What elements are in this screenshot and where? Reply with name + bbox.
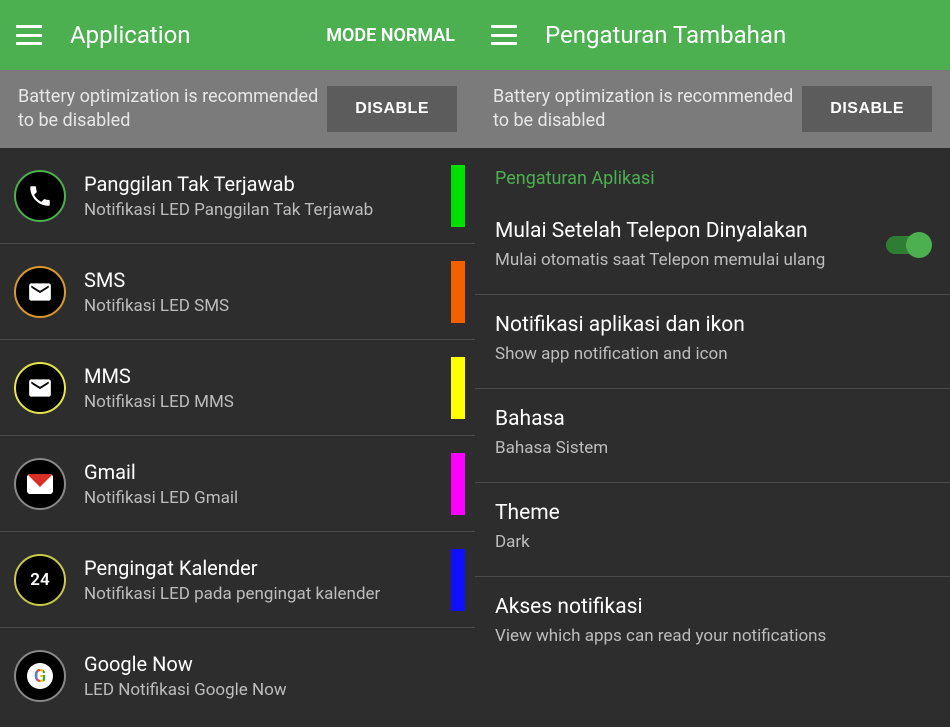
mail-icon [14,362,66,414]
row-text: Google Now LED Notifikasi Google Now [84,652,465,700]
menu-icon[interactable] [16,25,42,45]
row-sub: LED Notifikasi Google Now [84,680,465,700]
row-sub: Notifikasi LED pada pengingat kalender [84,584,441,604]
setting-sub: Dark [495,531,930,554]
row-sub: Notifikasi LED Panggilan Tak Terjawab [84,200,441,220]
disable-button[interactable]: DISABLE [802,86,932,132]
right-pane: Pengaturan Tambahan Battery optimization… [475,0,950,727]
row-text: MMS Notifikasi LED MMS [84,364,441,412]
setting-sub: View which apps can read your notificati… [495,625,930,648]
calendar-icon: 24 [14,554,66,606]
setting-language[interactable]: Bahasa Bahasa Sistem [475,389,950,483]
app-row-google-now[interactable]: G Google Now LED Notifikasi Google Now [0,628,475,724]
section-label: Pengaturan Aplikasi [475,148,950,201]
row-text: SMS Notifikasi LED SMS [84,268,441,316]
row-text: Pengingat Kalender Notifikasi LED pada p… [84,556,441,604]
setting-texts: Akses notifikasi View which apps can rea… [495,595,930,648]
right-header: Pengaturan Tambahan [475,0,950,70]
setting-title: Theme [495,501,930,525]
mode-label[interactable]: MODE NORMAL [326,25,455,46]
app-row-calendar[interactable]: 24 Pengingat Kalender Notifikasi LED pad… [0,532,475,628]
row-sub: Notifikasi LED MMS [84,392,441,412]
app-list: Panggilan Tak Terjawab Notifikasi LED Pa… [0,148,475,727]
row-sub: Notifikasi LED SMS [84,296,441,316]
setting-texts: Bahasa Bahasa Sistem [495,407,930,460]
row-sub: Notifikasi LED Gmail [84,488,441,508]
left-pane: Application MODE NORMAL Battery optimiza… [0,0,475,727]
app-row-gmail[interactable]: Gmail Notifikasi LED Gmail [0,436,475,532]
setting-notification-access[interactable]: Akses notifikasi View which apps can rea… [475,577,950,670]
app-row-sms[interactable]: SMS Notifikasi LED SMS [0,244,475,340]
setting-title: Bahasa [495,407,930,431]
google-icon: G [14,650,66,702]
row-title: Gmail [84,460,441,484]
phone-icon [14,170,66,222]
menu-icon[interactable] [491,25,517,45]
disable-button[interactable]: DISABLE [327,86,457,132]
setting-sub: Mulai otomatis saat Telepon memulai ulan… [495,249,866,272]
left-header: Application MODE NORMAL [0,0,475,70]
setting-texts: Notifikasi aplikasi dan ikon Show app no… [495,313,930,366]
row-text: Panggilan Tak Terjawab Notifikasi LED Pa… [84,172,441,220]
mail-icon [14,266,66,318]
right-banner-text: Battery optimization is recommended to b… [493,85,802,134]
setting-app-notif-icon[interactable]: Notifikasi aplikasi dan ikon Show app no… [475,295,950,389]
app-row-missed-call[interactable]: Panggilan Tak Terjawab Notifikasi LED Pa… [0,148,475,244]
led-indicator[interactable] [451,453,465,515]
right-title: Pengaturan Tambahan [545,21,934,49]
app-row-mms[interactable]: MMS Notifikasi LED MMS [0,340,475,436]
row-title: SMS [84,268,441,292]
toggle-switch[interactable] [886,236,930,254]
setting-autostart[interactable]: Mulai Setelah Telepon Dinyalakan Mulai o… [475,201,950,295]
right-banner: Battery optimization is recommended to b… [475,70,950,148]
led-indicator[interactable] [451,165,465,227]
led-indicator[interactable] [451,261,465,323]
row-text: Gmail Notifikasi LED Gmail [84,460,441,508]
led-indicator[interactable] [451,549,465,611]
row-title: Google Now [84,652,465,676]
row-title: MMS [84,364,441,388]
setting-texts: Mulai Setelah Telepon Dinyalakan Mulai o… [495,219,866,272]
setting-title: Notifikasi aplikasi dan ikon [495,313,930,337]
setting-sub: Show app notification and icon [495,343,930,366]
setting-theme[interactable]: Theme Dark [475,483,950,577]
row-title: Pengingat Kalender [84,556,441,580]
gmail-icon [14,458,66,510]
row-title: Panggilan Tak Terjawab [84,172,441,196]
setting-title: Mulai Setelah Telepon Dinyalakan [495,219,866,243]
setting-texts: Theme Dark [495,501,930,554]
left-banner-text: Battery optimization is recommended to b… [18,85,327,134]
setting-title: Akses notifikasi [495,595,930,619]
left-banner: Battery optimization is recommended to b… [0,70,475,148]
left-title: Application [70,21,326,49]
setting-sub: Bahasa Sistem [495,437,930,460]
led-indicator[interactable] [451,357,465,419]
